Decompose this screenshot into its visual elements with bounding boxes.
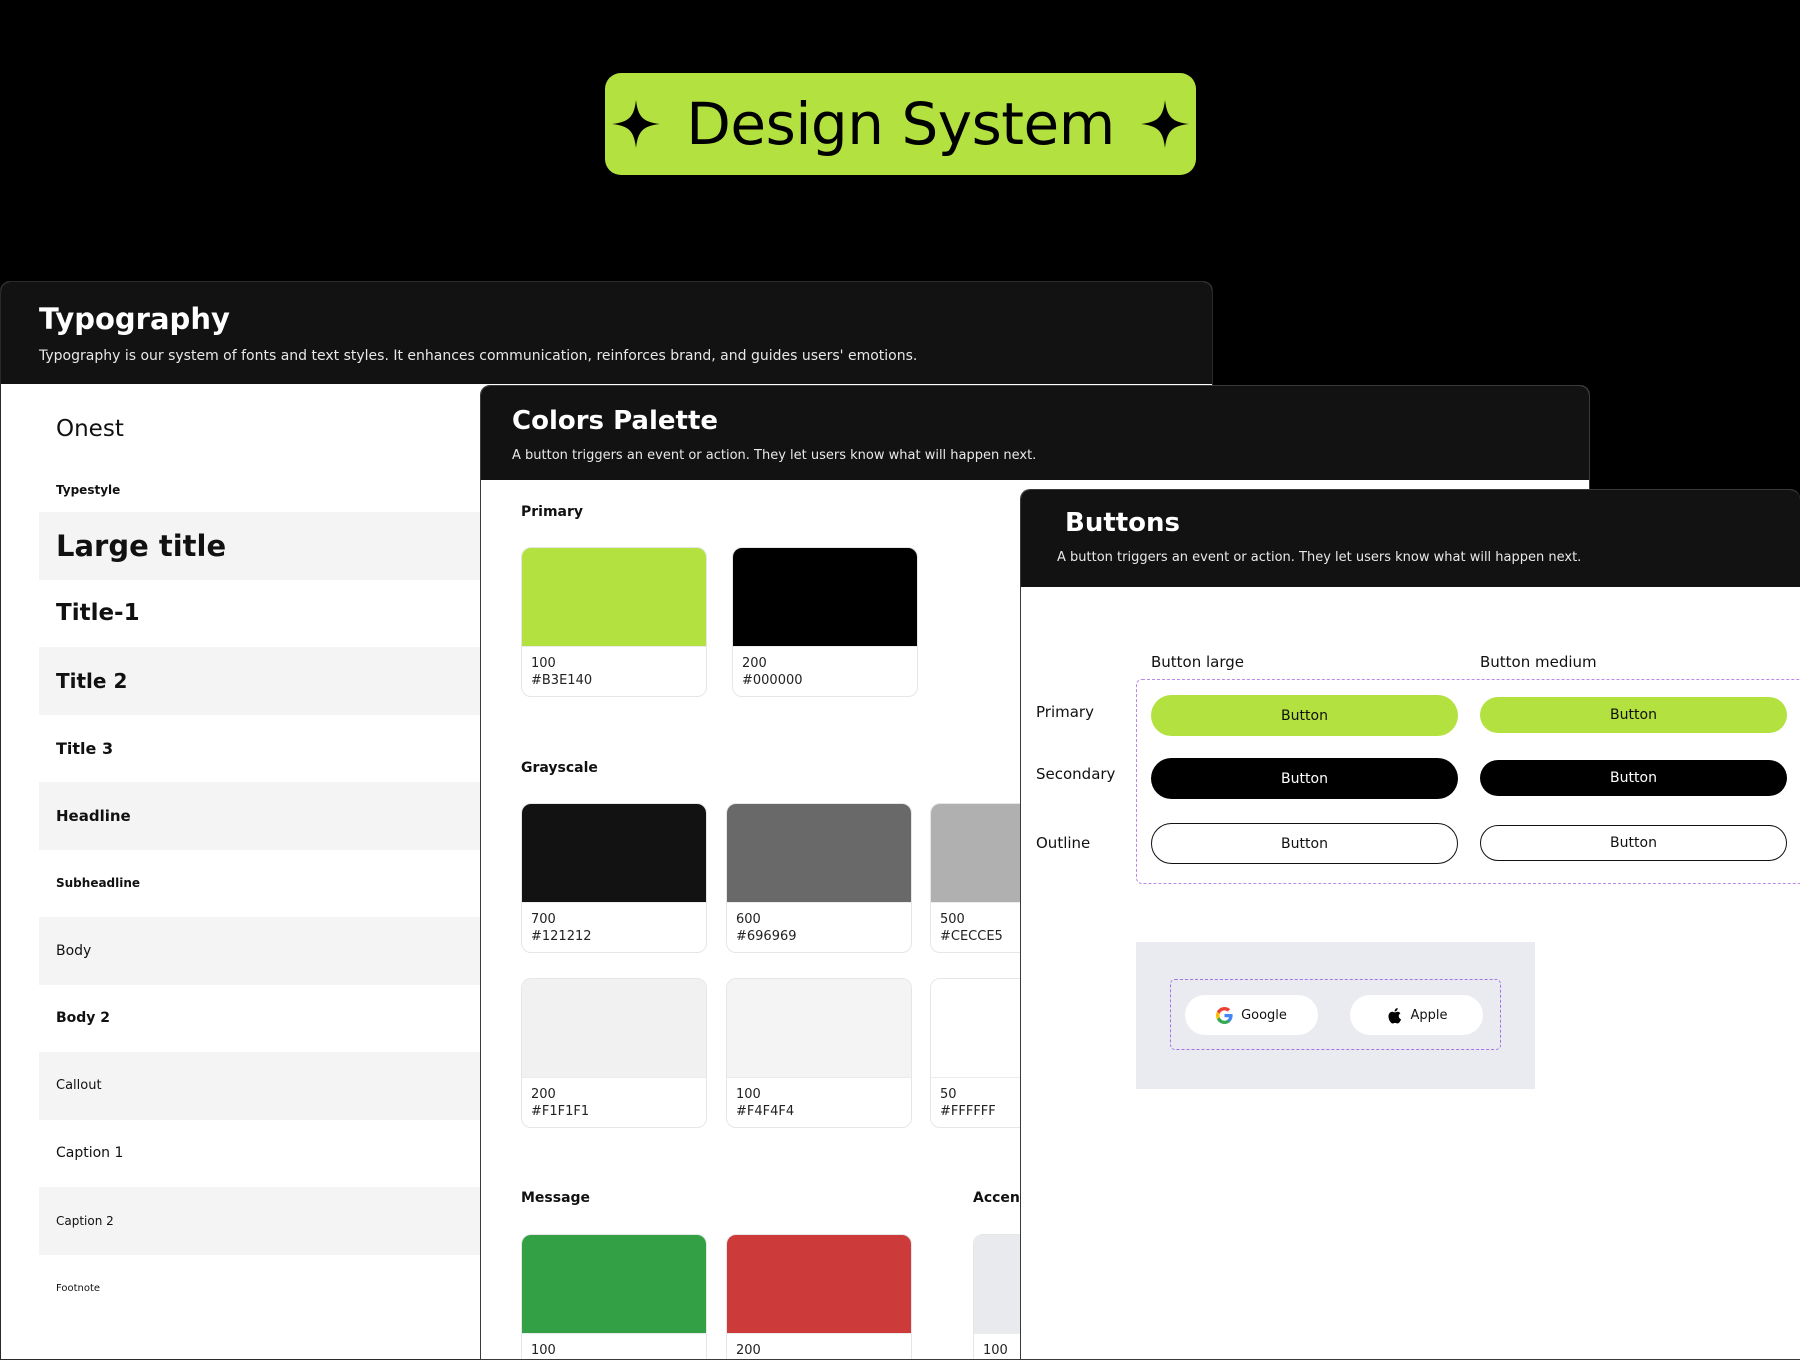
swatch-level: 700 <box>531 912 556 927</box>
typography-description: Typography is our system of fonts and te… <box>39 348 918 364</box>
swatch-color <box>522 804 706 903</box>
accent-group-label: Accent <box>973 1190 1027 1206</box>
swatch-color <box>733 548 917 647</box>
message-group-label: Message <box>521 1190 591 1206</box>
swatch-color <box>522 548 706 647</box>
apple-button-label: Apple <box>1410 1007 1448 1023</box>
swatch-level: 600 <box>736 912 761 927</box>
grayscale-group-label: Grayscale <box>521 760 598 776</box>
primary-large-button[interactable]: Button <box>1151 695 1458 736</box>
apple-icon <box>1388 1007 1402 1024</box>
buttons-header: Buttons A button triggers an event or ac… <box>1021 490 1800 587</box>
primary-medium-button[interactable]: Button <box>1480 697 1787 733</box>
swatch-color <box>727 1235 911 1334</box>
sparkle-icon <box>612 100 661 148</box>
outline-medium-button[interactable]: Button <box>1480 825 1787 861</box>
row-label-secondary: Secondary <box>1036 765 1116 783</box>
social-login-area: Google Apple <box>1136 942 1535 1089</box>
swatch-hex: #F4F4F4 <box>736 1104 795 1119</box>
typography-header: Typography Typography is our system of f… <box>1 282 1212 384</box>
color-swatch: 200 #000000 <box>732 547 918 697</box>
swatch-hex: #696969 <box>736 929 797 944</box>
swatch-hex: #000000 <box>742 673 803 688</box>
sparkle-icon <box>1140 100 1189 148</box>
primary-group-label: Primary <box>521 504 584 520</box>
outline-large-button[interactable]: Button <box>1151 823 1458 864</box>
swatch-hex: #121212 <box>531 929 592 944</box>
column-label-large: Button large <box>1151 653 1245 671</box>
color-swatch: 100 #F4F4F4 <box>726 978 912 1128</box>
column-label-medium: Button medium <box>1480 653 1597 671</box>
color-swatch: 700 #121212 <box>521 803 707 953</box>
swatch-hex: #F1F1F1 <box>531 1104 590 1119</box>
color-swatch: 200 #F1F1F1 <box>521 978 707 1128</box>
buttons-panel: Buttons A button triggers an event or ac… <box>1020 489 1800 1360</box>
buttons-description: A button triggers an event or action. Th… <box>1057 550 1582 565</box>
row-label-primary: Primary <box>1036 703 1094 721</box>
secondary-large-button[interactable]: Button <box>1151 758 1458 799</box>
buttons-title: Buttons <box>1065 508 1181 538</box>
color-swatch: 100 #B3E140 <box>521 547 707 697</box>
swatch-hex: #B3E140 <box>531 673 593 688</box>
swatch-level: 100 <box>736 1087 761 1102</box>
typography-title: Typography <box>39 302 230 336</box>
row-label-outline: Outline <box>1036 834 1091 852</box>
color-swatch: 600 #696969 <box>726 803 912 953</box>
colors-title: Colors Palette <box>512 406 719 436</box>
swatch-level: 200 <box>742 656 767 671</box>
secondary-medium-button[interactable]: Button <box>1480 760 1787 796</box>
design-system-badge: Design System <box>605 73 1196 175</box>
swatch-level: 200 <box>736 1343 761 1358</box>
apple-button[interactable]: Apple <box>1350 995 1483 1035</box>
swatch-color <box>727 804 911 903</box>
swatch-color <box>522 1235 706 1334</box>
swatch-level: 100 <box>531 1343 556 1358</box>
swatch-color <box>727 979 911 1078</box>
google-button[interactable]: Google <box>1185 995 1318 1035</box>
google-icon <box>1216 1006 1233 1024</box>
swatch-level: 100 <box>531 656 556 671</box>
hero-title: Design System <box>686 90 1115 158</box>
font-name: Onest <box>56 416 124 442</box>
colors-header: Colors Palette A button triggers an even… <box>481 386 1589 480</box>
colors-description: A button triggers an event or action. Th… <box>512 448 1037 463</box>
typestyle-label: Typestyle <box>56 483 121 497</box>
swatch-level: 200 <box>531 1087 556 1102</box>
social-buttons-frame: Google Apple <box>1170 979 1501 1050</box>
color-swatch: 200 <box>726 1234 912 1359</box>
color-swatch: 100 <box>521 1234 707 1359</box>
google-button-label: Google <box>1241 1007 1287 1023</box>
swatch-color <box>522 979 706 1078</box>
